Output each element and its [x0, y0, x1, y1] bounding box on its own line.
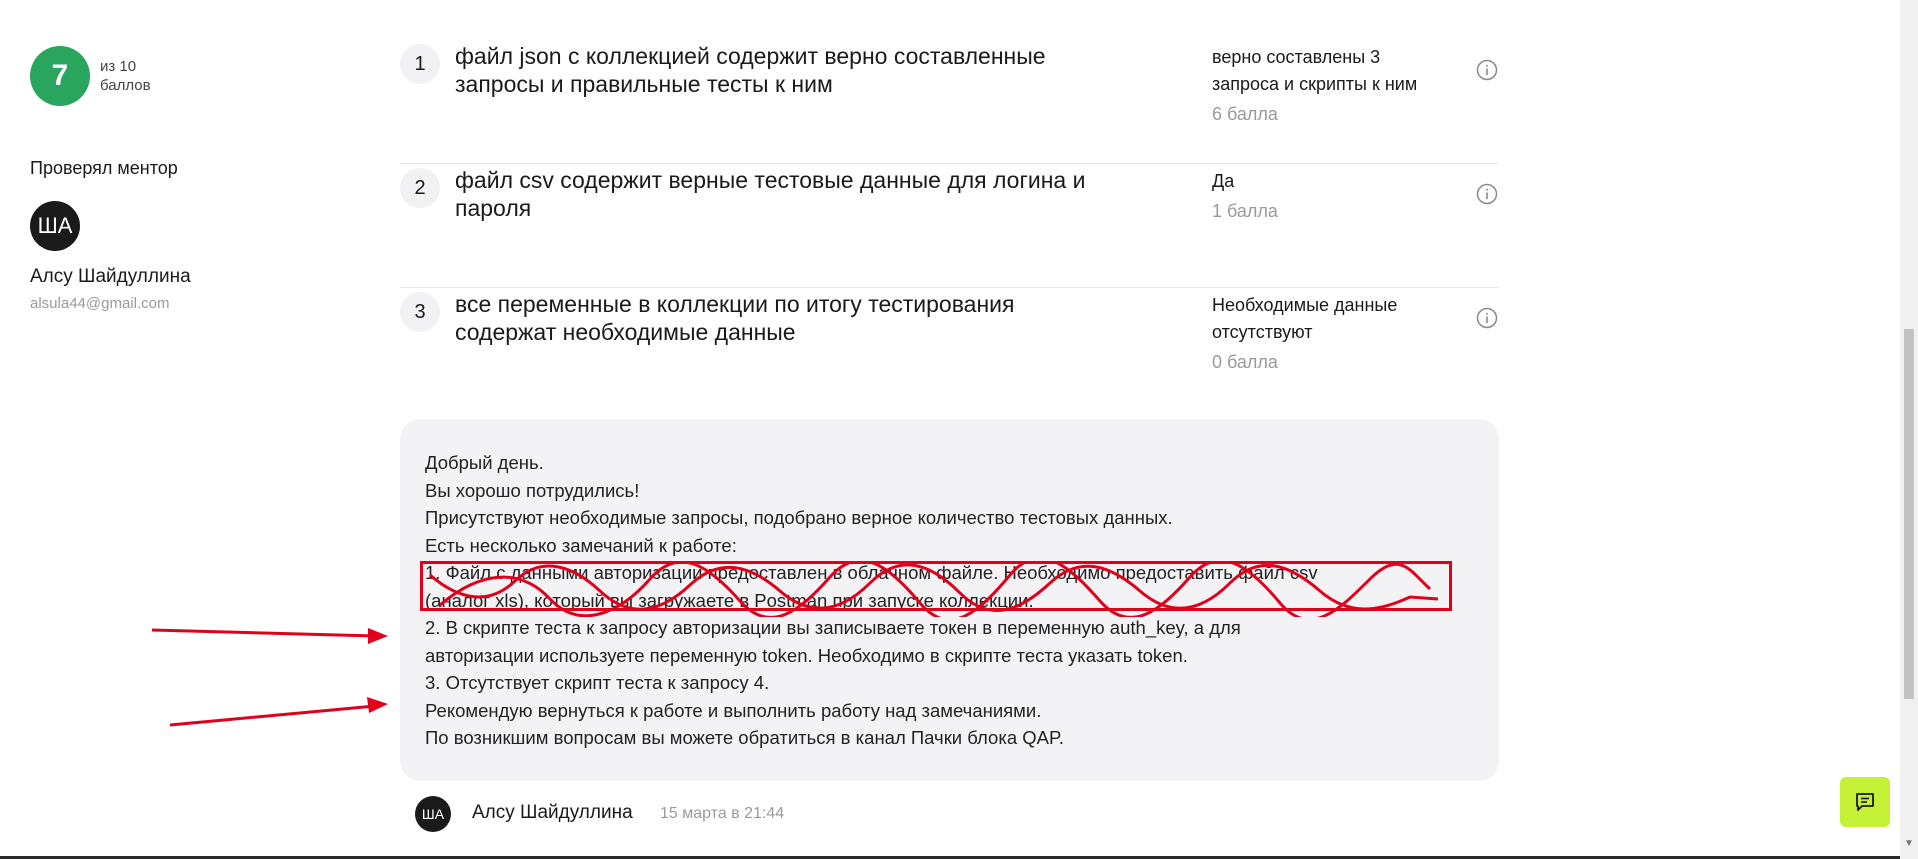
criterion-title: файл json с коллекцией содержит верно со… — [455, 43, 1046, 97]
mentor-email: alsula44@gmail.com — [30, 295, 170, 312]
score-circle: 7 — [30, 46, 90, 106]
criterion-number: 2 — [400, 168, 440, 208]
comment-line: По возникшим вопросам вы можете обратить… — [425, 727, 1065, 748]
comment-line: 3. Отсутствует скрипт теста к запросу 4. — [425, 672, 770, 693]
criterion-result-text: Необходимые данные отсутствуют — [1212, 295, 1398, 342]
score-label-line2: баллов — [100, 77, 151, 94]
criterion-points: 1 балла — [1212, 201, 1278, 221]
criterion-number: 3 — [400, 292, 440, 332]
comment-line: 2. В скрипте теста к запросу авторизации… — [425, 617, 1241, 638]
criterion-result: Да 1 балла — [1212, 168, 1422, 225]
comment-line: Есть несколько замечаний к работе: — [425, 534, 737, 556]
criterion-row: 1 файл json с коллекцией содержит верно … — [400, 40, 1499, 164]
scrollbar-thumb[interactable] — [1904, 329, 1914, 699]
mentor-name: Алсу Шайдуллина — [30, 266, 191, 287]
criterion-result-text: верно составлены 3 запроса и скрипты к н… — [1212, 47, 1418, 94]
scrollbar[interactable]: ▼ — [1900, 0, 1918, 859]
scroll-down-icon[interactable]: ▼ — [1904, 838, 1914, 849]
chat-button[interactable] — [1840, 777, 1890, 827]
criterion-result-text: Да — [1212, 171, 1235, 191]
criteria-list: 1 файл json с коллекцией содержит верно … — [400, 40, 1499, 458]
comment-line: Рекомендую вернуться к работе и выполнит… — [425, 699, 1042, 721]
comment-line: авторизации используете переменную token… — [425, 644, 1188, 666]
mentor-label: Проверял ментор — [30, 158, 178, 178]
score-block: 7 из 10 баллов — [30, 46, 151, 106]
annotation-scribble — [429, 561, 1439, 617]
criterion-title: файл csv содержит верные тестовые данные… — [455, 167, 1086, 221]
info-icon[interactable] — [1476, 59, 1498, 81]
criterion-title: все переменные в коллекции по итогу тест… — [455, 291, 1015, 345]
chat-icon — [1856, 793, 1874, 811]
criterion-points: 6 балла — [1212, 104, 1278, 124]
comment-line: Вы хорошо потрудились! — [425, 479, 640, 501]
criterion-number: 1 — [400, 44, 440, 84]
criterion-result: Необходимые данные отсутствуют 0 балла — [1212, 292, 1422, 376]
author-avatar: ША — [415, 796, 451, 832]
criterion-points: 0 балла — [1212, 352, 1278, 372]
criterion-result: верно составлены 3 запроса и скрипты к н… — [1212, 44, 1422, 128]
comment-line: Присутствуют необходимые запросы, подобр… — [425, 507, 1173, 528]
score-label: из 10 баллов — [100, 57, 151, 95]
info-icon[interactable] — [1476, 307, 1498, 329]
criterion-row: 2 файл csv содержит верные тестовые данн… — [400, 164, 1499, 288]
author-name: Алсу Шайдуллина — [472, 802, 633, 823]
comment-line: Добрый день. — [425, 452, 544, 473]
score-label-line1: из 10 — [100, 58, 137, 75]
info-icon[interactable] — [1476, 183, 1498, 205]
comment-date: 15 марта в 21:44 — [660, 805, 785, 822]
mentor-avatar: ША — [30, 201, 80, 251]
